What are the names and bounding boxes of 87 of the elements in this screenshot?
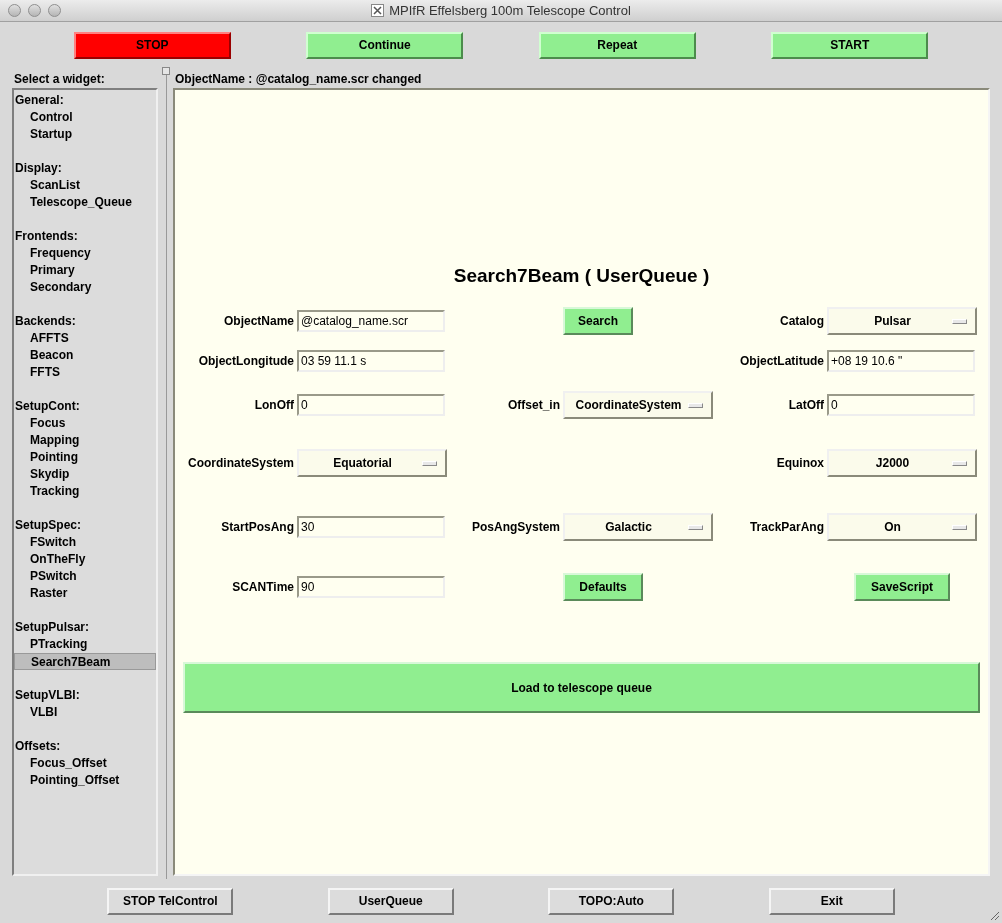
control-button[interactable]: Continue <box>306 31 464 59</box>
field-label: PosAngSystem <box>471 519 560 536</box>
list-item[interactable]: PTracking <box>14 636 156 653</box>
group-header: SetupSpec: <box>14 517 82 534</box>
dropdown[interactable]: On <box>827 513 977 541</box>
list-item[interactable]: Pointing_Offset <box>14 772 156 789</box>
list-item[interactable]: Control <box>14 109 156 126</box>
minimize-button[interactable] <box>28 4 41 17</box>
list-item[interactable]: Secondary <box>14 279 156 296</box>
list-item[interactable]: VLBI <box>14 704 156 721</box>
input-field[interactable]: 03 59 11.1 s <box>297 350 445 372</box>
dropdown-indicator-icon <box>688 524 703 530</box>
list-item[interactable]: Frequency <box>14 245 156 262</box>
list-item[interactable]: AFFTS <box>14 330 156 347</box>
list-item[interactable]: Tracking <box>14 483 156 500</box>
list-item[interactable]: Primary <box>14 262 156 279</box>
x-window-icon <box>371 4 385 17</box>
pane-handle[interactable] <box>162 67 171 75</box>
list-item[interactable]: Beacon <box>14 347 156 364</box>
field-label: ObjectName <box>223 313 294 330</box>
list-item[interactable]: Startup <box>14 126 156 143</box>
form-button[interactable]: SaveScript <box>854 573 950 601</box>
form-button[interactable]: Search <box>563 307 633 335</box>
list-item[interactable]: FSwitch <box>14 534 156 551</box>
list-item[interactable]: OnTheFly <box>14 551 156 568</box>
list-item[interactable]: Pointing <box>14 449 156 466</box>
status-message: ObjectName : @catalog_name.scr changed <box>174 71 423 88</box>
sidebar-heading: Select a widget: <box>13 71 106 88</box>
input-field[interactable]: 30 <box>297 516 445 538</box>
list-item[interactable]: Skydip <box>14 466 156 483</box>
field-label: LonOff <box>254 397 294 414</box>
group-header: SetupPulsar: <box>14 619 90 636</box>
footer-button[interactable]: TOPO:Auto <box>548 887 675 915</box>
field-label: SCANTime <box>232 579 294 596</box>
dropdown[interactable]: J2000 <box>827 449 977 477</box>
form-title: Search7Beam ( UserQueue ) <box>452 264 711 288</box>
dropdown-indicator-icon <box>952 318 967 324</box>
footer-button[interactable]: UserQueue <box>327 887 454 915</box>
dropdown[interactable]: Equatorial <box>297 449 447 477</box>
list-item[interactable]: Telescope_Queue <box>14 194 156 211</box>
group-header: Display: <box>14 160 63 177</box>
field-label: Catalog <box>780 313 824 330</box>
list-item[interactable]: Focus_Offset <box>14 755 156 772</box>
dropdown-indicator-icon <box>688 402 703 408</box>
group-header: SetupVLBI: <box>14 687 81 704</box>
list-item[interactable]: PSwitch <box>14 568 156 585</box>
input-field[interactable]: 90 <box>297 576 445 598</box>
input-field[interactable]: @catalog_name.scr <box>297 310 445 332</box>
list-item[interactable]: Raster <box>14 585 156 602</box>
field-label: LatOff <box>788 397 824 414</box>
input-field[interactable]: 0 <box>827 394 975 416</box>
field-label: ObjectLatitude <box>740 353 824 370</box>
stop-button[interactable]: STOP <box>73 31 231 59</box>
group-header: Backends: <box>14 313 77 330</box>
dropdown-indicator-icon <box>952 524 967 530</box>
list-item[interactable]: Focus <box>14 415 156 432</box>
control-button[interactable]: START <box>771 31 929 59</box>
field-label: Equinox <box>776 455 824 472</box>
dropdown[interactable]: CoordinateSystem <box>563 391 713 419</box>
list-item[interactable]: FFTS <box>14 364 156 381</box>
resize-grip-icon[interactable] <box>988 909 1000 921</box>
field-label: StartPosAng <box>221 519 294 536</box>
zoom-button[interactable] <box>48 4 61 17</box>
dropdown[interactable]: Galactic <box>563 513 713 541</box>
control-button[interactable]: Repeat <box>538 31 696 59</box>
field-label: TrackParAng <box>749 519 824 536</box>
field-label: Offset_in <box>508 397 560 414</box>
input-field[interactable]: 0 <box>297 394 445 416</box>
group-header: Frontends: <box>14 228 79 245</box>
group-header: SetupCont: <box>14 398 81 415</box>
close-button[interactable] <box>8 4 21 17</box>
input-field[interactable]: +08 19 10.6 " <box>827 350 975 372</box>
group-header: General: <box>14 92 65 109</box>
list-item[interactable]: Mapping <box>14 432 156 449</box>
group-header: Offsets: <box>14 738 62 755</box>
list-item[interactable]: ScanList <box>14 177 156 194</box>
load-queue-button[interactable]: Load to telescope queue <box>183 662 980 713</box>
field-label: CoordinateSystem <box>187 455 294 472</box>
dropdown-indicator-icon <box>952 460 967 466</box>
list-item[interactable]: Search7Beam <box>14 653 156 670</box>
dropdown-indicator-icon <box>422 460 437 466</box>
dropdown[interactable]: Pulsar <box>827 307 977 335</box>
form-button[interactable]: Defaults <box>563 573 643 601</box>
footer-button[interactable]: Exit <box>768 887 895 915</box>
window-title: MPIfR Effelsberg 100m Telescope Control <box>389 1 631 20</box>
footer-button[interactable]: STOP TelControl <box>107 887 234 915</box>
field-label: ObjectLongitude <box>198 353 294 370</box>
